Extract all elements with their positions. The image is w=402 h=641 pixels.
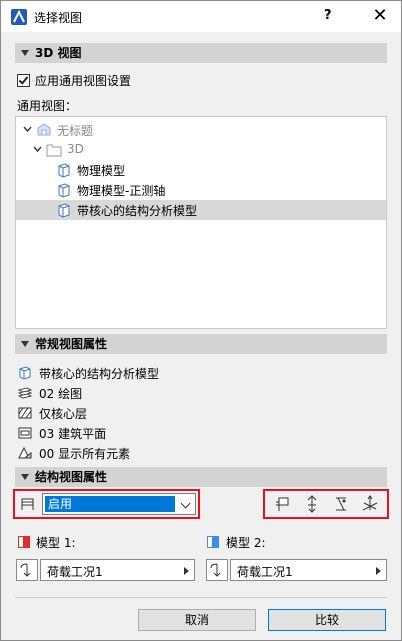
layers-icon [18, 387, 32, 399]
3d-view-icon [58, 203, 70, 218]
close-button[interactable]: ✕ [367, 4, 393, 28]
load-display-icon[interactable] [271, 493, 293, 515]
tree-item-physical-model-axo[interactable]: 物理模型-正测轴 [16, 180, 386, 200]
load-case-icon [210, 563, 221, 577]
model1-color-swatch [18, 536, 30, 548]
model1-load-case-value: 荷载工况1 [47, 565, 103, 579]
model2-load-case-button[interactable] [206, 559, 228, 581]
support-icon[interactable] [301, 493, 323, 515]
chevron-right-icon [184, 567, 189, 575]
title-bar: 选择视图 ? ✕ [1, 1, 401, 32]
prop-partial-display-value: 03 建筑平面 [39, 427, 107, 441]
3d-view-icon [19, 366, 31, 380]
tree-item-3d[interactable]: 3D [16, 140, 386, 160]
select-view-dialog: 选择视图 ? ✕ 3D 视图 应用通用视图设置 通用视图： 无标题 3D 物理模… [0, 0, 402, 641]
tree-item-structural-analytical-model[interactable]: 带核心的结构分析模型 [16, 200, 386, 220]
tree-item-label: 带核心的结构分析模型 [77, 204, 198, 218]
chevron-right-icon [376, 567, 381, 575]
archicad-app-icon [11, 9, 27, 25]
view-tree[interactable]: 无标题 3D 物理模型 物理模型-正测轴 带核心的结构分析模型 [15, 116, 387, 329]
model1-load-case-button[interactable] [16, 559, 38, 581]
collapse-triangle-icon [21, 474, 29, 480]
model1-load-case-field[interactable]: 荷载工况1 [40, 559, 195, 581]
section-structural-view-props[interactable]: 结构视图属性 [15, 467, 387, 487]
section-general-view-props[interactable]: 常规视图属性 [15, 334, 387, 354]
enable-dropdown-value: 启用 [45, 496, 175, 512]
tree-item-label: 3D [67, 142, 84, 156]
section-structural-label: 结构视图属性 [35, 470, 108, 484]
3d-view-icon [58, 183, 70, 198]
use-generic-settings-label: 应用通用视图设置 [35, 74, 132, 88]
tree-item-label: 物理模型 [77, 164, 126, 178]
chevron-down-icon [180, 498, 191, 509]
model2-label: 模型 2: [226, 536, 266, 550]
prop-view-name-value: 带核心的结构分析模型 [39, 367, 160, 381]
cancel-button[interactable]: 取消 [138, 609, 256, 631]
tree-item-label: 物理模型-正测轴 [77, 184, 166, 198]
collapse-triangle-icon [21, 50, 29, 56]
enable-dropdown[interactable]: 启用 [42, 493, 196, 515]
collapse-triangle-icon [21, 341, 29, 347]
axis-icon[interactable] [359, 493, 381, 515]
model1-label: 模型 1: [36, 536, 76, 550]
tree-item-untitled[interactable]: 无标题 [16, 120, 386, 140]
prop-structural-function-value: 仅核心层 [39, 407, 88, 421]
load-case-icon [20, 563, 31, 577]
section-3d-view-label: 3D 视图 [35, 46, 82, 60]
model2-load-case-value: 荷载工况1 [237, 565, 293, 579]
member-icon[interactable] [330, 493, 352, 515]
tree-item-label: 无标题 [57, 124, 94, 138]
chevron-down-icon[interactable] [23, 126, 32, 133]
project-icon [37, 123, 51, 136]
compare-button[interactable]: 比较 [268, 609, 386, 631]
model2-color-swatch [207, 536, 219, 548]
model-filter-icon [18, 446, 32, 459]
prop-model-filter-value: 00 显示所有元素 [39, 447, 131, 461]
prop-layer-combination-value: 02 绘图 [39, 387, 83, 401]
window-title: 选择视图 [34, 11, 83, 25]
section-general-label: 常规视图属性 [35, 337, 108, 351]
section-3d-view[interactable]: 3D 视图 [15, 43, 387, 63]
plan-icon [18, 427, 32, 439]
tree-item-physical-model[interactable]: 物理模型 [16, 160, 386, 180]
generic-views-label: 通用视图： [17, 99, 78, 113]
use-generic-settings-checkbox[interactable] [17, 74, 30, 87]
model2-load-case-field[interactable]: 荷载工况1 [230, 559, 387, 581]
structural-display-icon [21, 498, 34, 510]
hatch-icon [18, 407, 32, 419]
divider [15, 597, 387, 598]
help-button[interactable]: ? [324, 8, 332, 23]
folder-icon [46, 144, 62, 157]
chevron-down-icon[interactable] [33, 146, 42, 153]
3d-view-icon [58, 163, 70, 178]
checkmark-icon [18, 74, 29, 85]
